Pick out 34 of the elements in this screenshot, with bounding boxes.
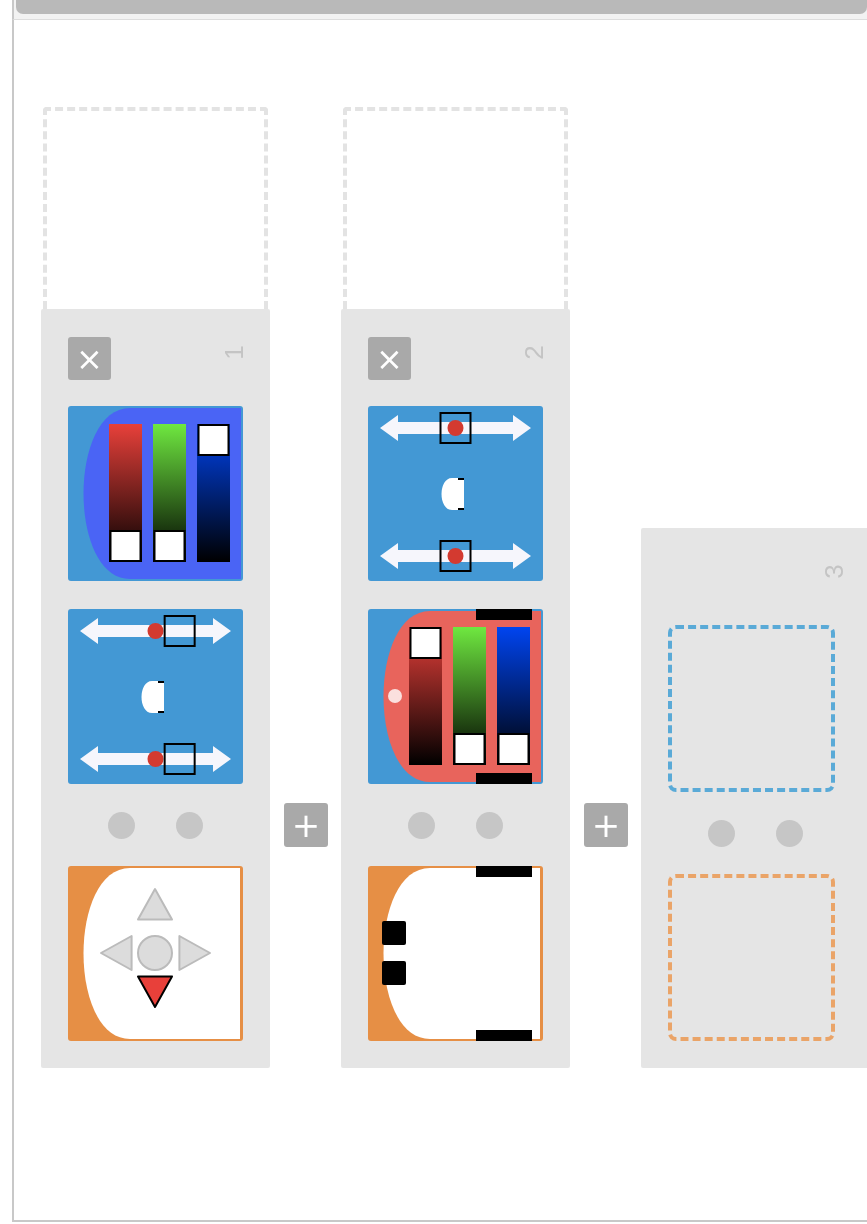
zero-mark-icon	[447, 420, 464, 436]
slider-thumb[interactable]	[163, 743, 196, 775]
slider-thumb[interactable]	[163, 615, 196, 647]
add-button[interactable]: +	[284, 803, 328, 847]
state-dot[interactable]	[175, 812, 203, 839]
add-button[interactable]: +	[584, 803, 628, 847]
state-dot[interactable]	[408, 812, 436, 839]
slider-thumb[interactable]	[153, 530, 186, 562]
zero-mark-icon	[147, 751, 164, 767]
color-slider[interactable]	[109, 424, 142, 562]
delete-button[interactable]: ×	[68, 337, 111, 380]
state-dot[interactable]	[108, 812, 136, 839]
zero-mark-icon	[147, 623, 164, 639]
state-dot[interactable]	[708, 820, 736, 847]
color-slider[interactable]	[197, 424, 230, 562]
color-slider[interactable]	[153, 424, 186, 562]
robot-icon	[141, 681, 164, 713]
state-dot[interactable]	[775, 820, 803, 847]
slider-thumb[interactable]	[439, 412, 472, 444]
zero-mark-icon	[447, 548, 464, 564]
arrow-button-icon[interactable]	[137, 975, 173, 1008]
color-slider[interactable]	[453, 627, 486, 765]
slider-thumb[interactable]	[409, 627, 442, 659]
robot-icon	[441, 478, 464, 510]
slider-thumb[interactable]	[109, 530, 142, 562]
color-slider[interactable]	[409, 627, 442, 765]
scrollbar[interactable]	[16, 0, 867, 14]
state-dot[interactable]	[475, 812, 503, 839]
slider-thumb[interactable]	[197, 424, 230, 456]
slider-thumb[interactable]	[453, 733, 486, 765]
slider-thumb[interactable]	[439, 540, 472, 572]
delete-button[interactable]: ×	[368, 337, 411, 380]
color-slider[interactable]	[497, 627, 530, 765]
slider-thumb[interactable]	[497, 733, 530, 765]
